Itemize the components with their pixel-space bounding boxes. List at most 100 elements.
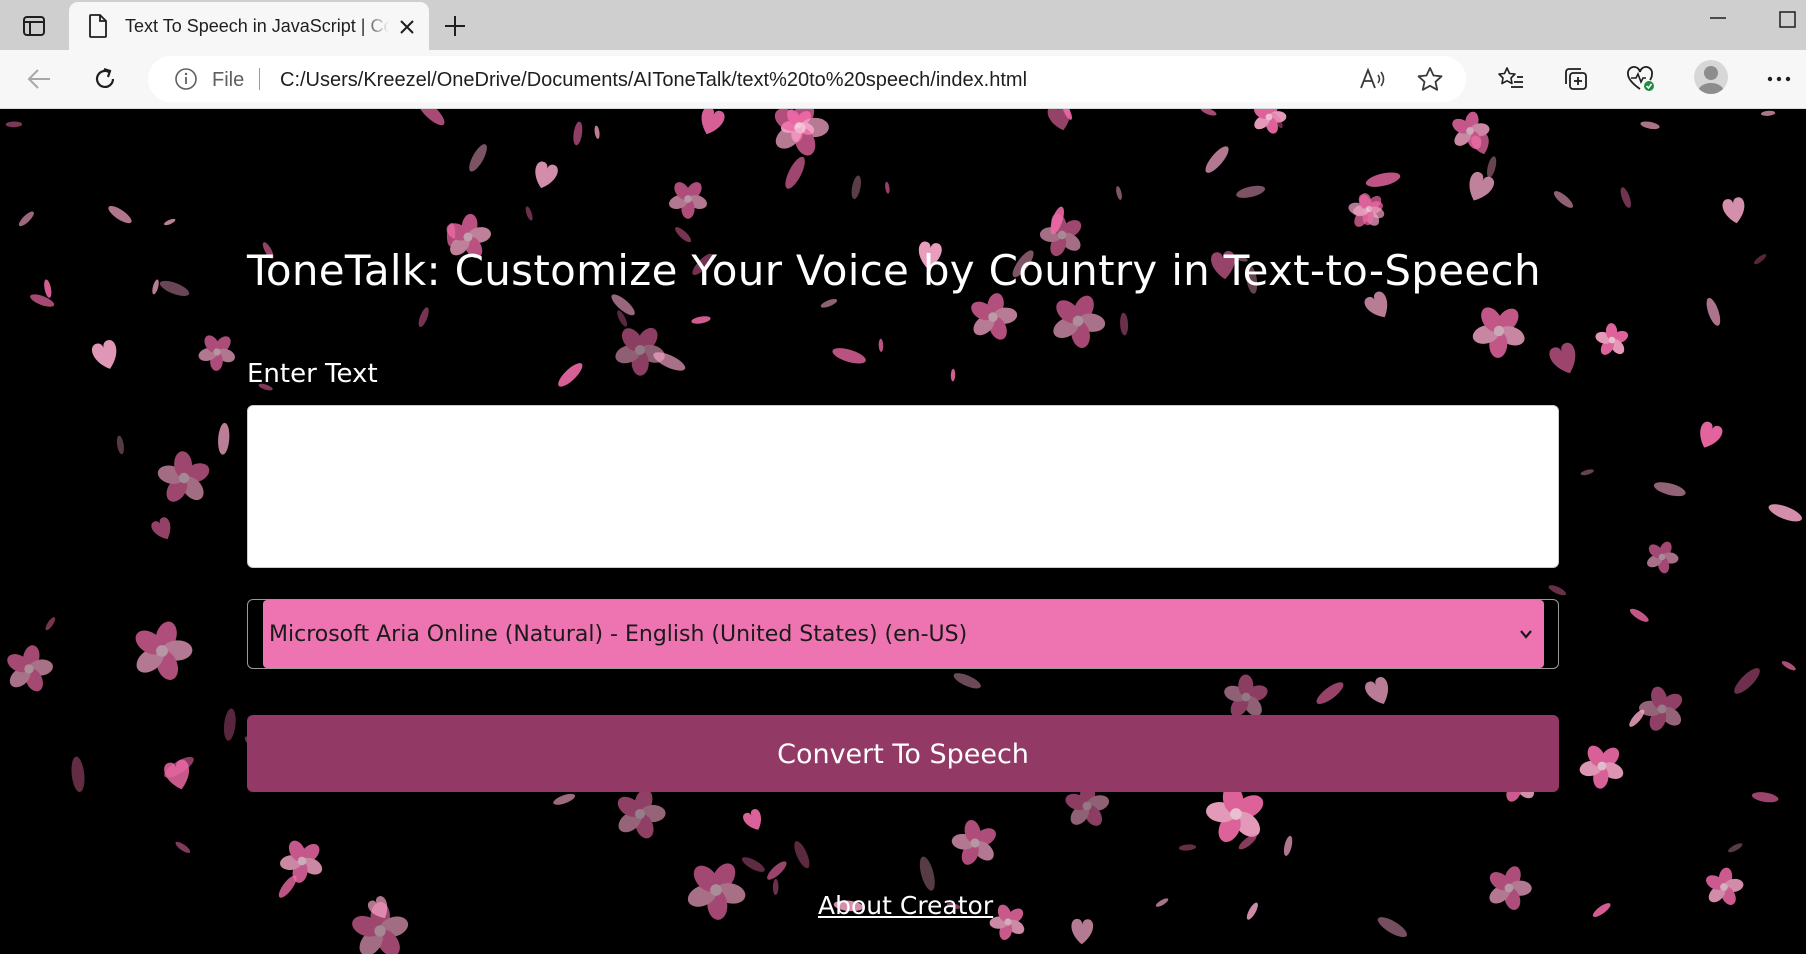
petal-decoration bbox=[44, 279, 52, 298]
back-button[interactable] bbox=[22, 62, 56, 96]
heart-petal-decoration bbox=[151, 517, 171, 540]
favorites-button[interactable] bbox=[1494, 62, 1528, 96]
plus-icon bbox=[445, 16, 465, 36]
petal-decoration bbox=[1728, 843, 1743, 853]
petal-decoration bbox=[1629, 608, 1649, 622]
petal-decoration bbox=[18, 211, 34, 227]
petal-decoration bbox=[785, 156, 805, 189]
heart-petal-decoration bbox=[1071, 918, 1094, 945]
flower-petal-decoration bbox=[1053, 295, 1106, 348]
flower-petal-decoration bbox=[669, 182, 707, 219]
petal-decoration bbox=[851, 175, 861, 199]
petal-decoration bbox=[1592, 903, 1611, 917]
petal-decoration bbox=[553, 793, 576, 805]
flower-petal-decoration bbox=[1706, 867, 1744, 905]
address-separator bbox=[259, 68, 260, 90]
petal-decoration bbox=[1548, 585, 1567, 596]
address-bar[interactable]: File C:/Users/Kreezel/OneDrive/Documents… bbox=[148, 56, 1466, 102]
voice-select-container: Microsoft Aria Online (Natural) - Englis… bbox=[247, 599, 1559, 669]
browser-toolbar: File C:/Users/Kreezel/OneDrive/Documents… bbox=[0, 50, 1806, 109]
tab-active[interactable]: Text To Speech in JavaScript | CodingNep… bbox=[69, 2, 429, 50]
scheme-label: File bbox=[212, 69, 245, 91]
petal-decoration bbox=[767, 861, 787, 880]
petal-decoration bbox=[832, 348, 866, 364]
profile-avatar[interactable] bbox=[1694, 60, 1728, 94]
heart-petal-decoration bbox=[1700, 421, 1723, 448]
petal-decoration bbox=[1377, 917, 1408, 938]
petal-decoration bbox=[223, 708, 236, 741]
more-icon bbox=[1767, 76, 1791, 82]
petal-decoration bbox=[1178, 844, 1197, 851]
tab-actions-button[interactable] bbox=[16, 12, 52, 40]
voice-select-value: Microsoft Aria Online (Natural) - Englis… bbox=[269, 622, 968, 647]
petal-decoration bbox=[417, 109, 445, 126]
flower-petal-decoration bbox=[1639, 686, 1683, 731]
petal-decoration bbox=[558, 363, 583, 387]
heart-petal-decoration bbox=[535, 161, 558, 189]
petal-decoration bbox=[1768, 504, 1802, 522]
petal-decoration bbox=[594, 125, 600, 139]
petal-decoration bbox=[820, 299, 838, 308]
url-text[interactable]: C:/Users/Kreezel/OneDrive/Documents/AITo… bbox=[280, 69, 1027, 92]
star-icon[interactable] bbox=[1416, 66, 1444, 92]
petal-decoration bbox=[772, 878, 779, 895]
petal-decoration bbox=[1620, 187, 1631, 208]
heart-petal-decoration bbox=[92, 340, 117, 369]
petal-decoration bbox=[175, 841, 191, 853]
flower-petal-decoration bbox=[1254, 109, 1287, 134]
petal-decoration bbox=[1781, 661, 1796, 671]
heart-petal-decoration bbox=[743, 809, 762, 830]
chevron-down-icon bbox=[1520, 630, 1532, 639]
refresh-button[interactable] bbox=[88, 62, 122, 96]
petal-decoration bbox=[5, 121, 23, 128]
petal-decoration bbox=[1200, 109, 1217, 116]
voice-select[interactable]: Microsoft Aria Online (Natural) - Englis… bbox=[263, 600, 1544, 668]
document-icon bbox=[89, 14, 107, 38]
collections-icon bbox=[1565, 68, 1587, 90]
petal-decoration bbox=[919, 856, 935, 891]
petal-decoration bbox=[1205, 146, 1229, 173]
flower-petal-decoration bbox=[774, 109, 829, 156]
read-aloud-icon[interactable] bbox=[1358, 66, 1388, 92]
new-tab-button[interactable] bbox=[440, 12, 470, 40]
petal-decoration bbox=[1754, 254, 1767, 265]
browser-essentials-button[interactable] bbox=[1624, 62, 1658, 96]
petal-decoration bbox=[45, 617, 56, 631]
profile-avatar-icon bbox=[1698, 66, 1724, 94]
flower-petal-decoration bbox=[1647, 541, 1679, 574]
petal-decoration bbox=[1580, 469, 1594, 476]
page-content: ToneTalk: Customize Your Voice by Countr… bbox=[0, 109, 1806, 954]
flower-petal-decoration bbox=[1595, 323, 1629, 355]
flower-petal-decoration bbox=[1472, 307, 1525, 358]
petal-decoration bbox=[1653, 482, 1686, 497]
tab-close-button[interactable] bbox=[395, 15, 419, 39]
petal-decoration bbox=[1706, 297, 1721, 326]
petal-decoration bbox=[116, 435, 124, 455]
petal-decoration bbox=[950, 368, 956, 382]
convert-to-speech-button[interactable]: Convert To Speech bbox=[247, 715, 1559, 792]
collections-button[interactable] bbox=[1559, 62, 1593, 96]
petal-decoration bbox=[108, 206, 132, 224]
flower-petal-decoration bbox=[615, 327, 665, 376]
flower-petal-decoration bbox=[1489, 866, 1532, 910]
petal-decoration bbox=[1629, 709, 1645, 727]
flower-petal-decoration bbox=[157, 451, 210, 502]
minimize-icon[interactable] bbox=[1706, 8, 1730, 28]
petal-decoration bbox=[1487, 156, 1497, 178]
info-icon[interactable] bbox=[174, 67, 198, 91]
more-button[interactable] bbox=[1762, 62, 1796, 96]
petal-decoration bbox=[741, 857, 765, 872]
tab-title: Text To Speech in JavaScript | CodingNep… bbox=[125, 16, 389, 37]
petal-decoration bbox=[691, 316, 711, 324]
petal-decoration bbox=[573, 121, 583, 146]
petal-decoration bbox=[30, 294, 55, 307]
heart-petal-decoration bbox=[1549, 342, 1576, 374]
petal-decoration bbox=[1155, 898, 1169, 907]
favorites-list-icon bbox=[1498, 67, 1523, 88]
maximize-icon[interactable] bbox=[1776, 8, 1800, 32]
about-creator-link[interactable]: About Creator bbox=[818, 891, 993, 920]
text-input[interactable] bbox=[247, 405, 1559, 568]
petal-decoration bbox=[469, 144, 487, 172]
flower-petal-decoration bbox=[1579, 745, 1624, 789]
browser-window: Text To Speech in JavaScript | CodingNep… bbox=[0, 0, 1806, 954]
